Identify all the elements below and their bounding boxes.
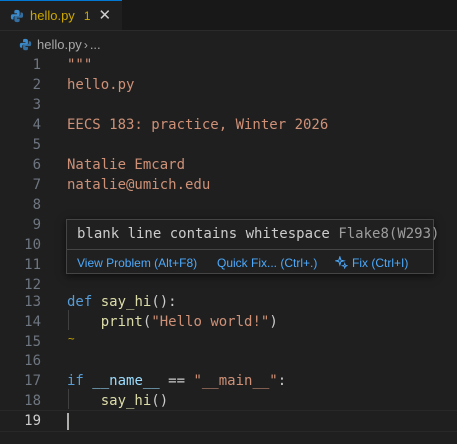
- code-line: 7 natalie@umich.edu: [0, 175, 457, 195]
- code-line: 1 """: [0, 55, 457, 75]
- line-number: 14: [24, 314, 41, 330]
- code-punctuation: ): [269, 314, 278, 330]
- close-tab-icon[interactable]: ✕: [99, 8, 112, 23]
- variable-name: __name__: [92, 373, 160, 389]
- breadcrumb-file[interactable]: hello.py: [37, 37, 82, 52]
- code-line: 18 say_hi(): [0, 391, 457, 411]
- line-number: 16: [24, 353, 41, 369]
- code-line: 8: [0, 195, 457, 215]
- call-print: print: [100, 314, 143, 330]
- line-number: 8: [32, 197, 41, 213]
- line-number: 1: [32, 57, 41, 73]
- code-line: 16: [0, 351, 457, 371]
- code-line: 4 EECS 183: practice, Winter 2026: [0, 115, 457, 135]
- code-line: 14 print("Hello world!"): [0, 312, 457, 332]
- line-number: 17: [24, 373, 41, 389]
- tab-hello-py[interactable]: hello.py 1 ✕: [0, 0, 122, 30]
- function-name: say_hi: [100, 294, 152, 310]
- line-number-active: 19: [24, 413, 41, 429]
- chevron-right-icon: ›: [83, 37, 88, 52]
- line-number: 9: [32, 217, 41, 233]
- code-line: 13 def say_hi():: [0, 292, 457, 312]
- breadcrumb: hello.py › ...: [0, 31, 457, 58]
- quick-fix-link[interactable]: Quick Fix... (Ctrl+.): [217, 256, 317, 270]
- code-line: 15: [0, 332, 457, 352]
- call-say-hi: say_hi: [100, 393, 152, 409]
- tab-filename: hello.py: [30, 8, 75, 23]
- code-line: 2 hello.py: [0, 75, 457, 95]
- diagnostic-source: Flake8(W293): [338, 226, 440, 242]
- string-literal: "__main__": [193, 373, 278, 389]
- diagnostic-text: blank line contains whitespace: [77, 226, 330, 242]
- view-problem-link[interactable]: View Problem (Alt+F8): [77, 256, 197, 270]
- python-icon: [19, 38, 32, 51]
- keyword-def: def: [67, 294, 93, 310]
- line-number: 2: [32, 77, 41, 93]
- line-number: 7: [32, 177, 41, 193]
- code-line: 17 if __name__ == "__main__":: [0, 371, 457, 391]
- sparkle-icon: [333, 255, 349, 270]
- string-literal: "Hello world!": [151, 314, 270, 330]
- line-number: 10: [24, 237, 41, 253]
- line-number: 11: [24, 257, 41, 273]
- text-cursor: [67, 413, 69, 430]
- diagnostic-hover: blank line contains whitespace Flake8(W2…: [66, 219, 439, 274]
- line-text: natalie@umich.edu: [67, 177, 211, 193]
- fix-link-label: Fix (Ctrl+I): [352, 256, 409, 270]
- line-text: Natalie Emcard: [67, 157, 186, 173]
- breadcrumb-symbols[interactable]: ...: [90, 37, 101, 52]
- line-number: 5: [32, 137, 41, 153]
- line-number: 3: [32, 97, 41, 113]
- hover-message: blank line contains whitespace Flake8(W2…: [77, 226, 439, 242]
- keyword-if: if: [67, 373, 84, 389]
- operator: ==: [159, 373, 194, 389]
- line-text: EECS 183: practice, Winter 2026: [67, 117, 329, 133]
- line-text: """: [67, 57, 93, 73]
- fix-link[interactable]: Fix (Ctrl+I): [333, 255, 409, 270]
- line-number: 4: [32, 117, 41, 133]
- problem-count-badge: 1: [83, 8, 91, 23]
- line-number: 6: [32, 157, 41, 173]
- line-text: hello.py: [67, 77, 135, 93]
- code-punctuation: (): [151, 393, 169, 409]
- code-punctuation: ():: [151, 294, 177, 310]
- code-line: 5: [0, 135, 457, 155]
- hover-actions: View Problem (Alt+F8) Quick Fix... (Ctrl…: [67, 249, 433, 274]
- code-line: 6 Natalie Emcard: [0, 155, 457, 175]
- tab-bar: hello.py 1 ✕: [0, 0, 457, 31]
- line-number: 13: [24, 294, 41, 310]
- python-icon: [10, 9, 24, 23]
- line-number: 15: [24, 334, 41, 350]
- code-punctuation: :: [277, 373, 287, 389]
- code-line: 3: [0, 95, 457, 115]
- line-number: 18: [24, 393, 41, 409]
